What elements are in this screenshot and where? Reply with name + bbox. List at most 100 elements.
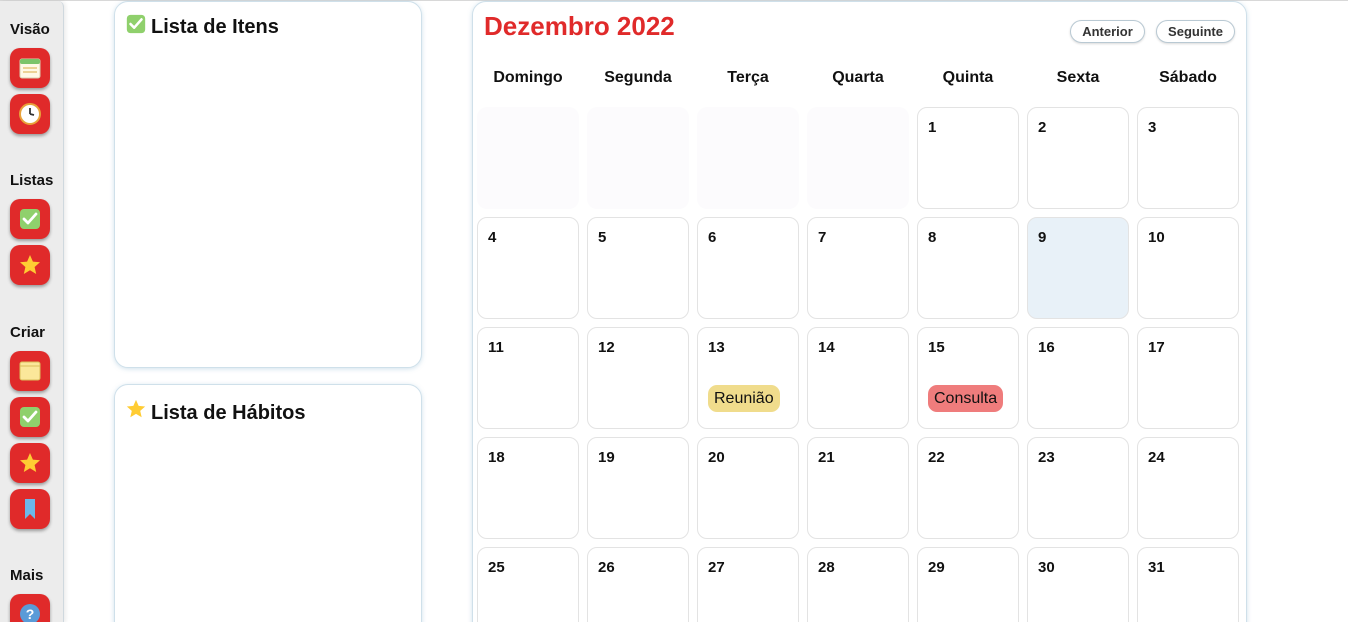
weekday-header: Segunda [604,69,672,86]
day-number: 25 [488,559,505,576]
calendar-empty-cell [697,107,799,209]
day-number: 8 [928,229,937,246]
weekday-header: Sexta [1056,69,1100,86]
section-label-listas: Listas [10,172,54,189]
calendar-day-cell[interactable]: 29 [917,547,1019,622]
calendar-day-cell[interactable]: 12 [587,327,689,429]
calendar-day-cell[interactable]: 23 [1027,437,1129,539]
calendar-day-cell[interactable]: 27 [697,547,799,622]
day-number: 15 [928,339,945,356]
day-number: 4 [488,229,497,246]
calendar-day-cell[interactable]: 19 [587,437,689,539]
item-list-button[interactable] [10,199,50,239]
check-icon [20,209,40,229]
calendar-panel: Dezembro 2022 Anterior Seguinte Domingo S… [472,1,1247,622]
calendar-day-cell[interactable]: 18 [477,437,579,539]
calendar-event[interactable]: Reunião [708,385,780,412]
day-number: 24 [1148,449,1165,466]
help-icon: ? [20,604,40,622]
calendar-day-cell[interactable]: 3 [1137,107,1239,209]
calendar-day-cell[interactable]: 11 [477,327,579,429]
note-icon [19,361,41,381]
section-label-mais: Mais [10,567,44,584]
create-item-button[interactable] [10,397,50,437]
day-number: 28 [818,559,835,576]
day-number: 18 [488,449,505,466]
calendar-day-cell[interactable]: 30 [1027,547,1129,622]
day-number: 27 [708,559,725,576]
calendar-day-cell[interactable]: 7 [807,217,909,319]
check-icon [126,14,146,34]
calendar-day-cell[interactable]: 2 [1027,107,1129,209]
day-number: 9 [1038,229,1047,246]
habit-list-title: Lista de Hábitos [151,402,306,424]
day-number: 12 [598,339,615,356]
next-month-button[interactable]: Seguinte [1156,20,1235,43]
day-number: 16 [1038,339,1055,356]
create-bookmark-button[interactable] [10,489,50,529]
calendar-day-cell[interactable]: 22 [917,437,1019,539]
calendar-day-cell[interactable]: 28 [807,547,909,622]
weekday-header: Sábado [1159,69,1217,86]
calendar-day-cell[interactable]: 16 [1027,327,1129,429]
day-number: 7 [818,229,827,246]
calendar-day-cell[interactable]: 17 [1137,327,1239,429]
day-number: 13 [708,339,725,356]
calendar-day-cell[interactable]: 9 [1027,217,1129,319]
calendar-day-cell[interactable]: 31 [1137,547,1239,622]
item-list-title: Lista de Itens [151,16,279,38]
day-number: 21 [818,449,835,466]
day-number: 10 [1148,229,1165,246]
day-number: 1 [928,119,937,136]
calendar-day-cell[interactable]: 24 [1137,437,1239,539]
create-habit-button[interactable] [10,443,50,483]
day-number: 19 [598,449,615,466]
section-label-criar: Criar [10,324,46,341]
day-number: 5 [598,229,607,246]
day-number: 29 [928,559,945,576]
day-number: 14 [818,339,835,356]
day-number: 3 [1148,119,1157,136]
day-number: 30 [1038,559,1055,576]
calendar-day-cell[interactable]: 15 Consulta [917,327,1019,429]
calendar-empty-cell [807,107,909,209]
calendar-empty-cell [587,107,689,209]
calendar-day-cell[interactable]: 5 [587,217,689,319]
calendar-month-title: Dezembro 2022 [484,11,675,41]
calendar-icon [19,58,41,79]
calendar-day-cell[interactable]: 13 Reunião [697,327,799,429]
calendar-day-cell[interactable]: 14 [807,327,909,429]
calendar-day-cell[interactable]: 21 [807,437,909,539]
create-note-button[interactable] [10,351,50,391]
calendar-empty-cell [477,107,579,209]
calendar-day-cell[interactable]: 20 [697,437,799,539]
svg-text:?: ? [26,606,35,622]
calendar-day-cell[interactable]: 10 [1137,217,1239,319]
day-number: 20 [708,449,725,466]
calendar-day-cell[interactable]: 25 [477,547,579,622]
weekday-header: Terça [727,69,769,86]
item-list-panel: Lista de Itens [114,1,422,368]
day-number: 22 [928,449,945,466]
day-number: 23 [1038,449,1055,466]
star-icon [20,255,40,274]
help-button[interactable]: ? [10,594,50,622]
day-number: 26 [598,559,615,576]
calendar-day-cell[interactable]: 6 [697,217,799,319]
calendar-day-cell[interactable]: 4 [477,217,579,319]
habit-list-panel: Lista de Hábitos [114,384,422,622]
calendar-event[interactable]: Consulta [928,385,1004,412]
calendar-day-cell[interactable]: 1 [917,107,1019,209]
calendar-day-cell[interactable]: 26 [587,547,689,622]
section-label-visao: Visão [10,21,50,38]
calendar-view-button[interactable] [10,48,50,88]
day-number: 2 [1038,119,1047,136]
calendar-day-cell[interactable]: 8 [917,217,1019,319]
weekday-header: Quarta [832,69,884,86]
star-icon [126,399,146,418]
clock-icon [19,103,41,125]
habit-list-button[interactable] [10,245,50,285]
bookmark-icon [25,499,35,519]
previous-month-button[interactable]: Anterior [1070,20,1145,43]
clock-view-button[interactable] [10,94,50,134]
